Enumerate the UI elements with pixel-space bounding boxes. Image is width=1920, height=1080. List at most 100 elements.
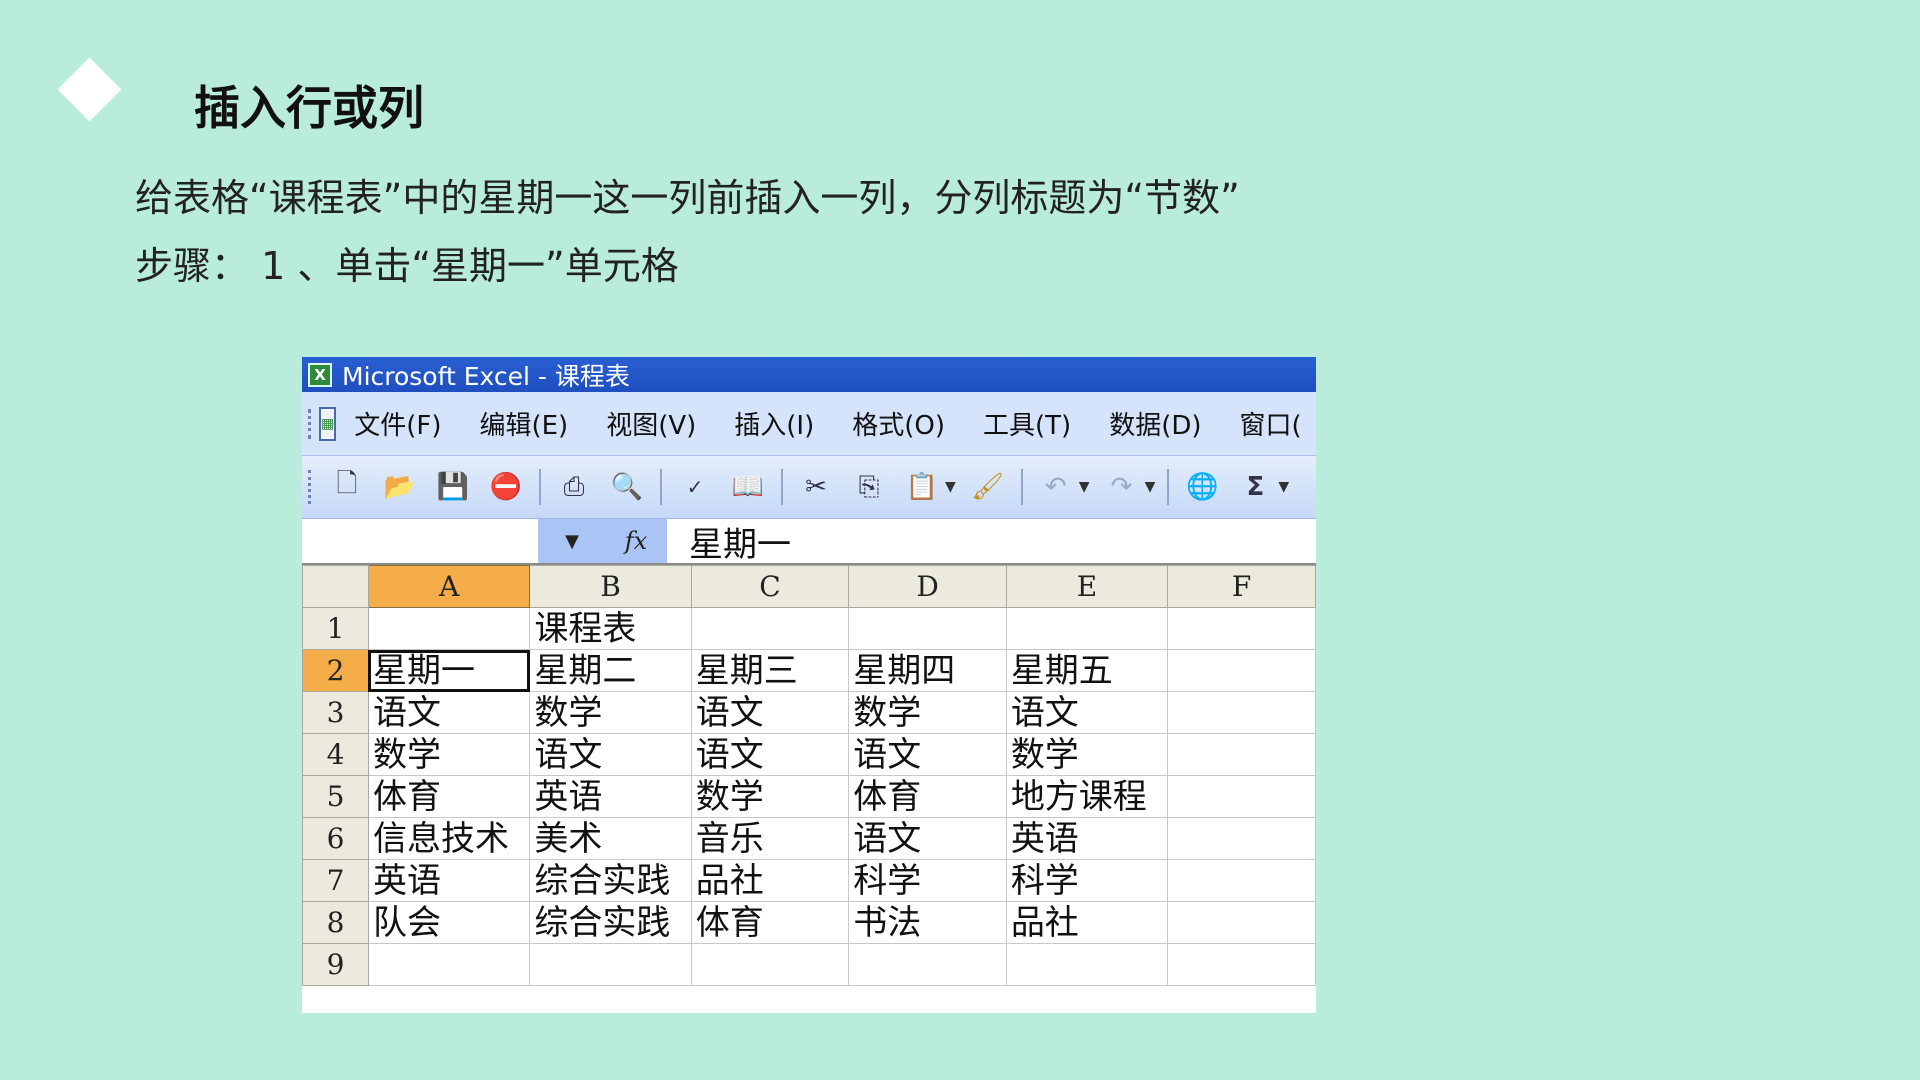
cell-b1[interactable]: 课程表 bbox=[529, 607, 692, 650]
cut-icon[interactable]: ✂ bbox=[796, 467, 836, 507]
cell-d1[interactable] bbox=[848, 607, 1007, 650]
cell-b5[interactable]: 英语 bbox=[529, 775, 692, 818]
insert-function-button[interactable]: fx bbox=[605, 519, 667, 563]
menu-tools[interactable]: 工具(T) bbox=[983, 405, 1071, 442]
row-header[interactable]: 8 bbox=[302, 901, 369, 944]
menu-view[interactable]: 视图(V) bbox=[606, 405, 696, 442]
cell-e6[interactable]: 英语 bbox=[1005, 817, 1169, 860]
cell-a1[interactable] bbox=[367, 607, 531, 650]
cell-c9[interactable] bbox=[690, 943, 850, 986]
open-icon[interactable]: 📂 bbox=[380, 467, 420, 507]
column-header-b[interactable]: B bbox=[529, 565, 692, 608]
menu-insert[interactable]: 插入(I) bbox=[734, 405, 814, 442]
cell-b3[interactable]: 数学 bbox=[529, 691, 692, 734]
cell-e1[interactable] bbox=[1005, 607, 1169, 650]
row-header[interactable]: 5 bbox=[302, 775, 369, 818]
cell-f6[interactable] bbox=[1167, 817, 1316, 860]
cell-d6[interactable]: 语文 bbox=[848, 817, 1007, 860]
cell-c4[interactable]: 语文 bbox=[690, 733, 850, 776]
undo-dropdown-icon[interactable]: ▼ bbox=[1079, 479, 1090, 495]
cell-a8[interactable]: 队会 bbox=[367, 901, 531, 944]
column-header-f[interactable]: F bbox=[1167, 565, 1316, 608]
cell-f5[interactable] bbox=[1167, 775, 1316, 818]
cell-f8[interactable] bbox=[1167, 901, 1316, 944]
cell-e7[interactable]: 科学 bbox=[1005, 859, 1169, 902]
print-preview-icon[interactable]: 🔍 bbox=[607, 467, 647, 507]
cell-c7[interactable]: 品社 bbox=[690, 859, 850, 902]
cell-c3[interactable]: 语文 bbox=[690, 691, 850, 734]
cell-b4[interactable]: 语文 bbox=[529, 733, 692, 776]
workbook-icon[interactable]: ▦ bbox=[319, 406, 337, 441]
cell-c5[interactable]: 数学 bbox=[690, 775, 850, 818]
cell-d5[interactable]: 体育 bbox=[848, 775, 1007, 818]
autosum-dropdown-icon[interactable]: ▼ bbox=[1278, 479, 1289, 495]
row-header[interactable]: 3 bbox=[302, 691, 369, 734]
cell-b6[interactable]: 美术 bbox=[529, 817, 692, 860]
cell-a2-active[interactable]: 星期一 bbox=[367, 649, 531, 692]
cell-e2[interactable]: 星期五 bbox=[1005, 649, 1169, 692]
cell-f2[interactable] bbox=[1167, 649, 1316, 692]
cell-e5[interactable]: 地方课程 bbox=[1005, 775, 1169, 818]
cell-c1[interactable] bbox=[690, 607, 850, 650]
cell-c2[interactable]: 星期三 bbox=[690, 649, 850, 692]
print-icon[interactable]: ⎙ bbox=[554, 467, 594, 507]
menu-format[interactable]: 格式(O) bbox=[852, 405, 945, 442]
cell-a9[interactable] bbox=[367, 943, 531, 986]
name-box-dropdown-icon[interactable]: ▼ bbox=[539, 519, 605, 563]
cell-b7[interactable]: 综合实践 bbox=[529, 859, 692, 902]
menu-data[interactable]: 数据(D) bbox=[1109, 405, 1201, 442]
cell-f9[interactable] bbox=[1167, 943, 1316, 986]
cell-d9[interactable] bbox=[848, 943, 1007, 986]
menu-file[interactable]: 文件(F) bbox=[354, 405, 441, 442]
redo-icon[interactable]: ↷ bbox=[1102, 467, 1142, 507]
hyperlink-icon[interactable]: 🌐 bbox=[1182, 467, 1222, 507]
row-header[interactable]: 2 bbox=[302, 649, 369, 692]
cell-e9[interactable] bbox=[1005, 943, 1169, 986]
format-painter-icon[interactable]: 🖌 bbox=[968, 467, 1008, 507]
menu-window[interactable]: 窗口( bbox=[1240, 405, 1302, 442]
cell-a7[interactable]: 英语 bbox=[367, 859, 531, 902]
autosum-icon[interactable]: Σ bbox=[1235, 467, 1275, 507]
row-header[interactable]: 4 bbox=[302, 733, 369, 776]
name-box[interactable] bbox=[302, 519, 539, 563]
cell-b9[interactable] bbox=[529, 943, 692, 986]
column-header-c[interactable]: C bbox=[690, 565, 850, 608]
toolbar-grip-handle[interactable] bbox=[308, 470, 317, 504]
row-header[interactable]: 1 bbox=[302, 607, 369, 650]
paste-dropdown-icon[interactable]: ▼ bbox=[945, 479, 956, 495]
row-header[interactable]: 7 bbox=[302, 859, 369, 902]
copy-icon[interactable]: ⎘ bbox=[849, 467, 889, 507]
redo-dropdown-icon[interactable]: ▼ bbox=[1145, 479, 1156, 495]
cell-f3[interactable] bbox=[1167, 691, 1316, 734]
cell-e3[interactable]: 语文 bbox=[1005, 691, 1169, 734]
excel-app-icon[interactable]: X bbox=[308, 362, 332, 387]
cell-a5[interactable]: 体育 bbox=[367, 775, 531, 818]
menu-edit[interactable]: 编辑(E) bbox=[479, 405, 568, 442]
cell-c6[interactable]: 音乐 bbox=[690, 817, 850, 860]
undo-icon[interactable]: ↶ bbox=[1036, 467, 1076, 507]
cell-f1[interactable] bbox=[1167, 607, 1316, 650]
cell-c8[interactable]: 体育 bbox=[690, 901, 850, 944]
column-header-e[interactable]: E bbox=[1005, 565, 1169, 608]
cell-f7[interactable] bbox=[1167, 859, 1316, 902]
cell-e4[interactable]: 数学 bbox=[1005, 733, 1169, 776]
spelling-icon[interactable]: ✓ bbox=[675, 467, 715, 507]
cell-d3[interactable]: 数学 bbox=[848, 691, 1007, 734]
cell-a6[interactable]: 信息技术 bbox=[367, 817, 531, 860]
formula-input[interactable]: 星期一 bbox=[667, 519, 1316, 565]
cell-a4[interactable]: 数学 bbox=[367, 733, 531, 776]
title-bar[interactable]: X Microsoft Excel - 课程表 bbox=[302, 357, 1316, 392]
permission-icon[interactable]: ⛔ bbox=[486, 467, 526, 507]
cell-d2[interactable]: 星期四 bbox=[848, 649, 1007, 692]
cell-b8[interactable]: 综合实践 bbox=[529, 901, 692, 944]
new-icon[interactable]: 🗋 bbox=[327, 467, 367, 507]
cell-e8[interactable]: 品社 bbox=[1005, 901, 1169, 944]
row-header[interactable]: 6 bbox=[302, 817, 369, 860]
cell-b2[interactable]: 星期二 bbox=[529, 649, 692, 692]
cell-d7[interactable]: 科学 bbox=[848, 859, 1007, 902]
select-all-corner[interactable] bbox=[302, 565, 369, 608]
cell-f4[interactable] bbox=[1167, 733, 1316, 776]
row-header[interactable]: 9 bbox=[302, 943, 369, 986]
column-header-a[interactable]: A bbox=[367, 565, 531, 608]
research-icon[interactable]: 📖 bbox=[728, 467, 768, 507]
